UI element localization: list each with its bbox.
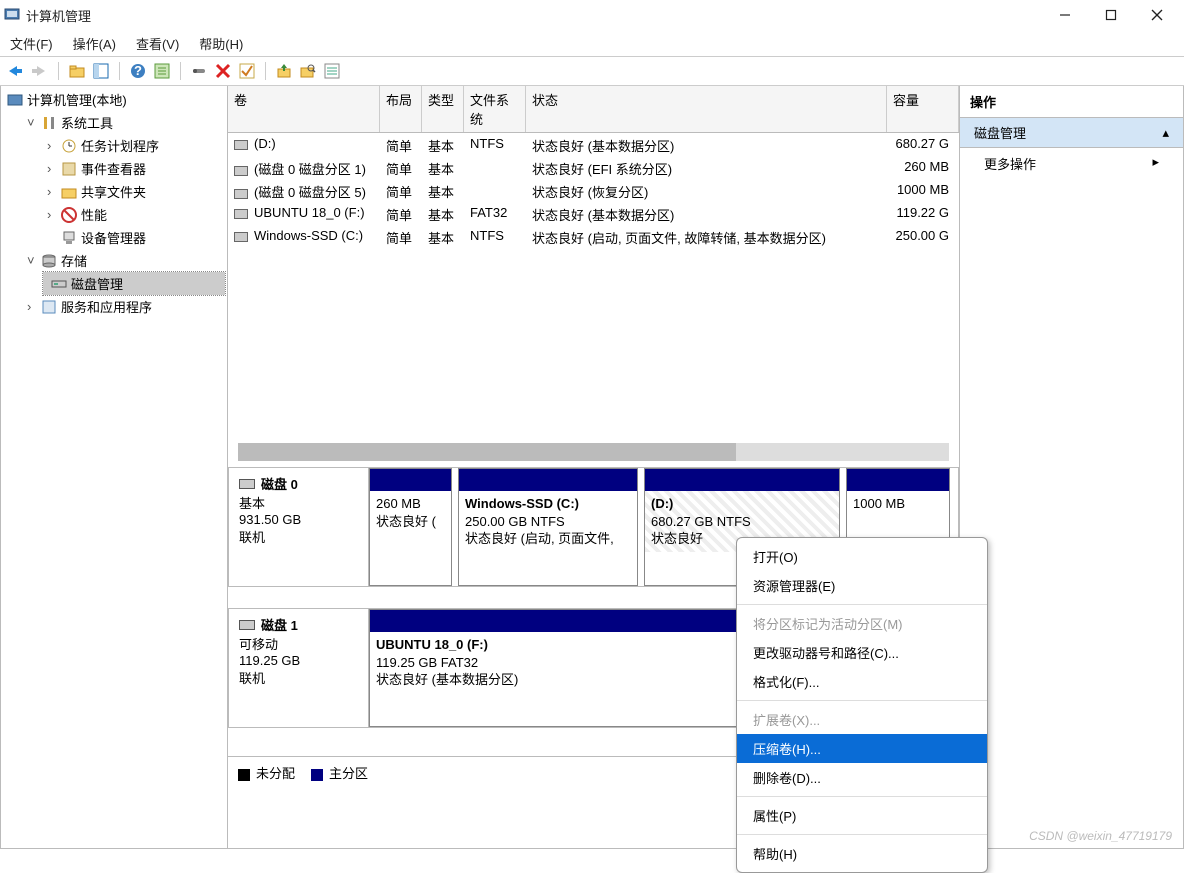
partition-efi[interactable]: 260 MB状态良好 ( <box>369 468 452 586</box>
disk-icon <box>234 189 248 199</box>
list-view-icon[interactable] <box>322 61 342 81</box>
legend-unallocated: 未分配 <box>238 763 295 782</box>
partition-c[interactable]: Windows-SSD (C:)250.00 GB NTFS状态良好 (启动, … <box>458 468 638 586</box>
disk-icon <box>234 140 248 150</box>
volume-list: (D:) 简单 基本 NTFS 状态良好 (基本数据分区) 680.27 G (… <box>228 133 959 443</box>
toolbar: ? <box>0 56 1184 86</box>
tree-task-scheduler[interactable]: ›任务计划程序 <box>43 134 225 157</box>
app-icon <box>4 7 20 23</box>
back-button[interactable] <box>6 61 26 81</box>
titlebar: 计算机管理 <box>0 0 1184 30</box>
ctx-properties[interactable]: 属性(P) <box>737 801 987 830</box>
export-icon[interactable] <box>274 61 294 81</box>
legend-primary: 主分区 <box>311 763 368 782</box>
ctx-change-letter[interactable]: 更改驱动器号和路径(C)... <box>737 638 987 667</box>
actions-more[interactable]: 更多操作 ▸ <box>960 148 1183 179</box>
disk-1-label[interactable]: 磁盘 1 可移动 119.25 GB 联机 <box>229 609 369 727</box>
disk-icon <box>234 166 248 176</box>
tree-shared-folders[interactable]: ›共享文件夹 <box>43 180 225 203</box>
tree-performance[interactable]: ›性能 <box>43 203 225 226</box>
forward-button[interactable] <box>30 61 50 81</box>
actions-panel: 操作 磁盘管理 ▴ 更多操作 ▸ <box>960 86 1184 849</box>
window-title: 计算机管理 <box>26 6 1042 25</box>
ctx-extend: 扩展卷(X)... <box>737 705 987 734</box>
volume-row[interactable]: Windows-SSD (C:) 简单 基本 NTFS 状态良好 (启动, 页面… <box>228 225 959 248</box>
tree-device-manager[interactable]: 设备管理器 <box>43 226 225 249</box>
check-icon[interactable] <box>237 61 257 81</box>
col-capacity[interactable]: 容量 <box>887 86 959 132</box>
col-layout[interactable]: 布局 <box>380 86 422 132</box>
actions-panel-title: 操作 <box>960 86 1183 118</box>
menu-file[interactable]: 文件(F) <box>10 34 53 53</box>
close-button[interactable] <box>1134 0 1180 30</box>
volume-row[interactable]: UBUNTU 18_0 (F:) 简单 基本 FAT32 状态良好 (基本数据分… <box>228 202 959 225</box>
ctx-mark-active: 将分区标记为活动分区(M) <box>737 609 987 638</box>
tree-services-apps[interactable]: › 服务和应用程序 <box>23 295 225 318</box>
collapse-icon: ▴ <box>1162 125 1169 141</box>
svg-text:?: ? <box>134 63 142 78</box>
minimize-button[interactable] <box>1042 0 1088 30</box>
disk-icon <box>234 232 248 242</box>
tree-root[interactable]: 计算机管理(本地) <box>3 88 225 111</box>
volume-list-header: 卷 布局 类型 文件系统 状态 容量 <box>228 86 959 133</box>
tree-disk-management[interactable]: 磁盘管理 <box>43 272 225 295</box>
volume-row[interactable]: (磁盘 0 磁盘分区 1) 简单 基本 状态良好 (EFI 系统分区) 260 … <box>228 156 959 179</box>
tree-system-tools[interactable]: ˅ 系统工具 <box>23 111 225 134</box>
col-status[interactable]: 状态 <box>526 86 887 132</box>
window-controls <box>1042 0 1180 30</box>
menu-action[interactable]: 操作(A) <box>73 34 116 53</box>
ctx-format[interactable]: 格式化(F)... <box>737 667 987 696</box>
ctx-explorer[interactable]: 资源管理器(E) <box>737 571 987 600</box>
navigation-tree: 计算机管理(本地) ˅ 系统工具 ›任务计划程序 ›事件查看器 ›共享文件夹 ›… <box>0 86 228 849</box>
disk-icon <box>239 620 255 630</box>
maximize-button[interactable] <box>1088 0 1134 30</box>
disk-icon <box>239 479 255 489</box>
volume-row[interactable]: (D:) 简单 基本 NTFS 状态良好 (基本数据分区) 680.27 G <box>228 133 959 156</box>
search-icon[interactable] <box>298 61 318 81</box>
up-level-icon[interactable] <box>67 61 87 81</box>
help-icon[interactable]: ? <box>128 61 148 81</box>
menu-view[interactable]: 查看(V) <box>136 34 179 53</box>
menubar: 文件(F) 操作(A) 查看(V) 帮助(H) <box>0 30 1184 56</box>
menu-help[interactable]: 帮助(H) <box>199 34 243 53</box>
tree-storage[interactable]: ˅ 存储 <box>23 249 225 272</box>
disk-0-label[interactable]: 磁盘 0 基本 931.50 GB 联机 <box>229 468 369 586</box>
col-fs[interactable]: 文件系统 <box>464 86 526 132</box>
col-type[interactable]: 类型 <box>422 86 464 132</box>
tree-event-viewer[interactable]: ›事件查看器 <box>43 157 225 180</box>
disk-icon <box>234 209 248 219</box>
context-menu: 打开(O) 资源管理器(E) 将分区标记为活动分区(M) 更改驱动器号和路径(C… <box>736 537 988 873</box>
ctx-open[interactable]: 打开(O) <box>737 542 987 571</box>
actions-panel-subtitle[interactable]: 磁盘管理 ▴ <box>960 118 1183 148</box>
show-hide-tree-icon[interactable] <box>91 61 111 81</box>
ctx-shrink[interactable]: 压缩卷(H)... <box>737 734 987 763</box>
tree-root-label: 计算机管理(本地) <box>27 90 127 109</box>
refresh-icon[interactable] <box>189 61 209 81</box>
watermark: CSDN @weixin_47719179 <box>1029 829 1172 843</box>
ctx-help[interactable]: 帮助(H) <box>737 839 987 868</box>
ctx-delete[interactable]: 删除卷(D)... <box>737 763 987 792</box>
delete-icon[interactable] <box>213 61 233 81</box>
horizontal-scrollbar[interactable] <box>238 443 949 461</box>
properties-icon[interactable] <box>152 61 172 81</box>
chevron-right-icon: ▸ <box>1152 154 1159 173</box>
volume-row[interactable]: (磁盘 0 磁盘分区 5) 简单 基本 状态良好 (恢复分区) 1000 MB <box>228 179 959 202</box>
col-volume[interactable]: 卷 <box>228 86 380 132</box>
